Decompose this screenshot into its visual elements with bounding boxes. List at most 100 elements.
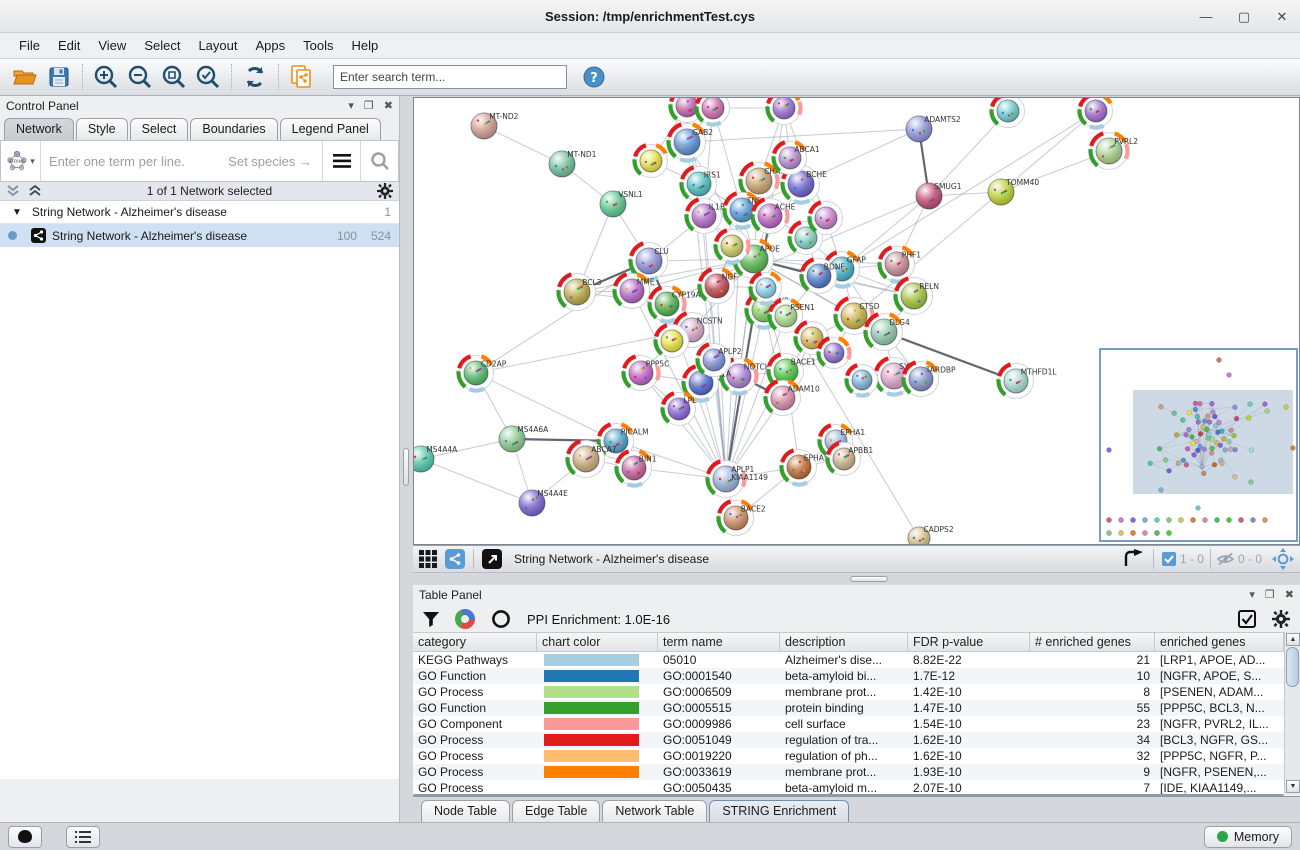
task-history-button[interactable]	[66, 826, 100, 848]
table-row[interactable]: GO ProcessGO:0019220regulation of ph...1…	[413, 748, 1284, 764]
scroll-down-icon[interactable]: ▼	[1286, 780, 1300, 793]
column-header[interactable]: FDR p-value	[908, 633, 1030, 651]
automation-button[interactable]	[8, 826, 42, 848]
table-row[interactable]: GO FunctionGO:0001540beta-amyloid bi...1…	[413, 668, 1284, 684]
vertical-scrollbar[interactable]: ▲ ▼	[1284, 632, 1300, 794]
chevron-double-up-icon[interactable]	[28, 184, 42, 198]
network-node-smug1[interactable]: SMUG1	[916, 182, 962, 209]
table-row[interactable]: GO ProcessGO:0051049regulation of tra...…	[413, 732, 1284, 748]
network-node-aplp1[interactable]: APLP1KIAA1149	[707, 461, 768, 498]
network-node[interactable]	[751, 273, 782, 304]
network-collection-row[interactable]: ▼ String Network - Alzheimer's disease 1	[0, 201, 399, 224]
network-node[interactable]	[697, 98, 730, 125]
network-node-reln[interactable]: RELN	[895, 278, 938, 315]
menu-edit[interactable]: Edit	[49, 34, 89, 57]
close-panel-icon[interactable]: ✖	[1285, 588, 1294, 601]
open-in-browser-button[interactable]	[482, 549, 502, 569]
network-node-ngf[interactable]: NGF	[700, 269, 738, 304]
network-from-file-button[interactable]	[285, 62, 319, 92]
network-node-ms4a4a[interactable]: MS4A4A	[414, 445, 458, 472]
network-node-bin1[interactable]: BIN1	[617, 451, 657, 486]
tab-node-table[interactable]: Node Table	[421, 800, 510, 822]
network-node[interactable]	[992, 98, 1025, 128]
chevron-double-down-icon[interactable]	[6, 184, 20, 198]
network-node-vsnl1[interactable]: VSNL1	[600, 190, 643, 217]
network-node[interactable]	[810, 202, 843, 235]
network-node-bcl3[interactable]: BCL3	[558, 274, 601, 311]
tab-edge-table[interactable]: Edge Table	[512, 800, 600, 822]
maximize-button[interactable]: ▢	[1236, 9, 1252, 25]
network-node[interactable]	[1080, 98, 1113, 128]
column-header[interactable]: # enriched genes	[1030, 633, 1155, 651]
birds-eye-overview[interactable]	[1099, 348, 1298, 542]
network-node-mthfd1l[interactable]: MTHFD1L	[999, 364, 1058, 399]
tab-network-table[interactable]: Network Table	[602, 800, 707, 822]
table-row[interactable]: GO ProcessGO:0050435beta-amyloid m...2.0…	[413, 780, 1284, 794]
grid-icon[interactable]	[419, 550, 437, 568]
network-node[interactable]	[635, 145, 668, 178]
scrollbar-thumb[interactable]	[1286, 647, 1299, 687]
save-session-button[interactable]	[42, 62, 76, 92]
column-header[interactable]: chart color	[537, 633, 658, 651]
close-panel-icon[interactable]: ✖	[384, 99, 393, 112]
tab-legend-panel[interactable]: Legend Panel	[280, 118, 381, 140]
network-node-tardbp[interactable]: TARDBP	[904, 362, 957, 397]
string-search-button[interactable]	[360, 141, 398, 181]
column-header[interactable]: enriched genes	[1155, 633, 1284, 651]
string-protein-query-selector[interactable]: STRING ▾	[1, 141, 41, 181]
column-header[interactable]: term name	[658, 633, 780, 651]
network-edge[interactable]	[842, 111, 1096, 269]
network-node-abca7[interactable]: ABCA7	[567, 441, 616, 478]
network-node[interactable]	[819, 338, 850, 369]
float-panel-icon[interactable]: ❐	[364, 99, 374, 112]
close-button[interactable]: ✕	[1274, 9, 1290, 25]
table-row[interactable]: GO FunctionGO:0005515protein binding1.47…	[413, 700, 1284, 716]
zoom-in-button[interactable]	[89, 62, 123, 92]
network-edge[interactable]	[421, 459, 532, 503]
network-node-pvrl2[interactable]: PVRL2	[1090, 133, 1138, 170]
select-all-check-icon[interactable]	[1238, 610, 1256, 628]
table-row[interactable]: GO ComponentGO:0009986cell surface1.54E-…	[413, 716, 1284, 732]
tab-select[interactable]: Select	[130, 118, 189, 140]
search-input[interactable]	[333, 65, 567, 89]
export-icon[interactable]	[1123, 549, 1145, 569]
gear-icon[interactable]	[377, 183, 393, 199]
compass-icon[interactable]	[1272, 548, 1294, 570]
network-node[interactable]	[656, 325, 689, 358]
string-query-input[interactable]	[41, 141, 322, 181]
network-node-bace2[interactable]: BACE2	[719, 501, 766, 536]
panel-menu-icon[interactable]: ▾	[1249, 588, 1255, 601]
tab-string-enrichment[interactable]: STRING Enrichment	[709, 800, 849, 822]
string-options-button[interactable]	[322, 141, 360, 181]
network-node[interactable]	[768, 98, 801, 125]
horizontal-splitter[interactable]	[413, 573, 1300, 585]
network-node[interactable]	[716, 230, 749, 263]
network-node-ms4a6a[interactable]: MS4A6A	[499, 425, 549, 452]
menu-help[interactable]: Help	[343, 34, 388, 57]
zoom-out-button[interactable]	[123, 62, 157, 92]
tab-network[interactable]: Network	[4, 118, 74, 140]
gear-icon[interactable]	[1272, 610, 1290, 628]
hidden-eye-icon[interactable]	[1217, 552, 1234, 566]
table-row[interactable]: KEGG Pathways05010Alzheimer's dise...8.8…	[413, 652, 1284, 668]
network-node-gab2[interactable]: GAB2	[668, 124, 713, 161]
network-view[interactable]: MT-ND2MT-ND1VSNL1GAB2IRS1CHATBCHEABCA1IL…	[413, 97, 1300, 545]
table-row[interactable]: GO ProcessGO:0033619membrane prot...1.93…	[413, 764, 1284, 780]
horizontal-splitter-handle[interactable]	[850, 576, 888, 582]
network-node-mt-nd2[interactable]: MT-ND2	[471, 112, 519, 139]
memory-button[interactable]: Memory	[1204, 826, 1292, 848]
scroll-up-icon[interactable]: ▲	[1286, 633, 1300, 646]
network-node-lpl[interactable]: LPL	[663, 393, 698, 426]
network-node-irs1[interactable]: IRS1	[682, 167, 721, 202]
filter-icon[interactable]	[423, 612, 439, 627]
refresh-button[interactable]	[238, 62, 272, 92]
help-button[interactable]: ?	[577, 62, 611, 92]
network-node-epha5[interactable]: EPHA5	[782, 450, 829, 485]
network-node[interactable]	[847, 365, 878, 396]
tab-boundaries[interactable]: Boundaries	[190, 118, 277, 140]
float-panel-icon[interactable]: ❐	[1265, 588, 1275, 601]
network-node-cadps2[interactable]: CADPS2	[908, 525, 954, 544]
zoom-selected-button[interactable]	[191, 62, 225, 92]
donut-chart-icon[interactable]	[455, 609, 475, 629]
network-node-dlg4[interactable]: DLG4	[865, 314, 909, 351]
